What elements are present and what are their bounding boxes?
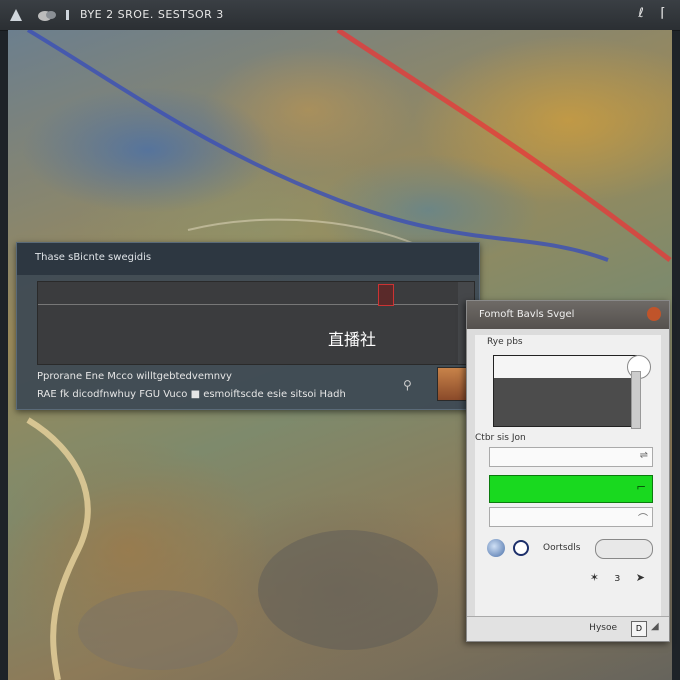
preview-top-band [494,356,636,378]
color-section-label: Ctbr sis Jon [475,433,526,443]
highway-line [336,30,672,262]
pin-icon[interactable]: ⚲ [403,378,412,392]
timeline-track[interactable] [38,304,458,305]
dropdown-icon[interactable] [64,7,72,23]
color-preview[interactable] [493,355,637,427]
globe-icon[interactable] [487,539,505,557]
compass-icon[interactable] [513,540,529,556]
settings-dialog-header[interactable]: Fomoft Bavls Svgel [467,301,669,329]
media-panel: Thase sBicnte swegidis 直播社 Pprorane Ene … [16,242,480,410]
nav-arrows[interactable]: ✶ ɜ ➤ [590,571,651,584]
footer-button[interactable]: D [631,621,647,637]
cloud-icon[interactable] [36,7,58,23]
terrain-rock [258,530,438,650]
minimize-icon[interactable]: ℓ [634,6,648,22]
edit-icon: ⌒ [638,514,648,525]
color-field-3[interactable]: ⌒ [489,507,653,527]
color-field-green[interactable]: ⌐ [489,475,653,503]
video-caption: 直播社 [328,330,377,349]
orientation-label: Oortsdls [543,543,581,553]
video-preview[interactable]: 直播社 [37,281,475,365]
river-line [26,30,609,262]
settings-body: Rye pbs Ctbr sis Jon ⇌ ⌐ ⌒ Oortsdls ✶ ɜ … [475,335,661,635]
preview-slider[interactable] [631,371,641,429]
media-panel-title: Thase sBicnte swegidis [35,252,152,263]
preview-label: Rye pbs [487,337,523,347]
road-line [26,417,91,680]
orientation-row: Oortsdls [487,539,580,557]
resize-icon[interactable]: ◢ [651,621,663,635]
media-meta: RAE fk dicodfnwhuy FGU Vuco ■ esmoiftscd… [37,389,346,400]
title-bar: BYE 2 SROE. SESTSOR 3 ℓ ⌈ [0,0,680,31]
app-logo-icon[interactable] [8,7,24,23]
media-panel-header[interactable]: Thase sBicnte swegidis [17,243,479,275]
color-field-1[interactable]: ⇌ [489,447,653,467]
dropper-icon: ⌐ [635,480,646,494]
playhead-marker[interactable] [378,284,394,306]
terrain-rock [78,590,238,670]
apply-toggle-button[interactable] [595,539,653,559]
edit-icon: ⇌ [639,450,648,461]
footer-label: Hysoe [589,623,617,633]
settings-footer: Hysoe D ◢ [467,616,669,641]
avatar[interactable] [437,367,469,401]
settings-dialog: Fomoft Bavls Svgel Rye pbs Ctbr sis Jon … [466,300,670,642]
maximize-icon[interactable]: ⌈ [656,6,670,22]
settings-dialog-title: Fomoft Bavls Svgel [479,309,575,320]
window-title: BYE 2 SROE. SESTSOR 3 [80,8,224,21]
close-icon[interactable] [647,307,661,321]
media-description: Pprorane Ene Mcco willtgebtedvemnvy [37,371,232,382]
